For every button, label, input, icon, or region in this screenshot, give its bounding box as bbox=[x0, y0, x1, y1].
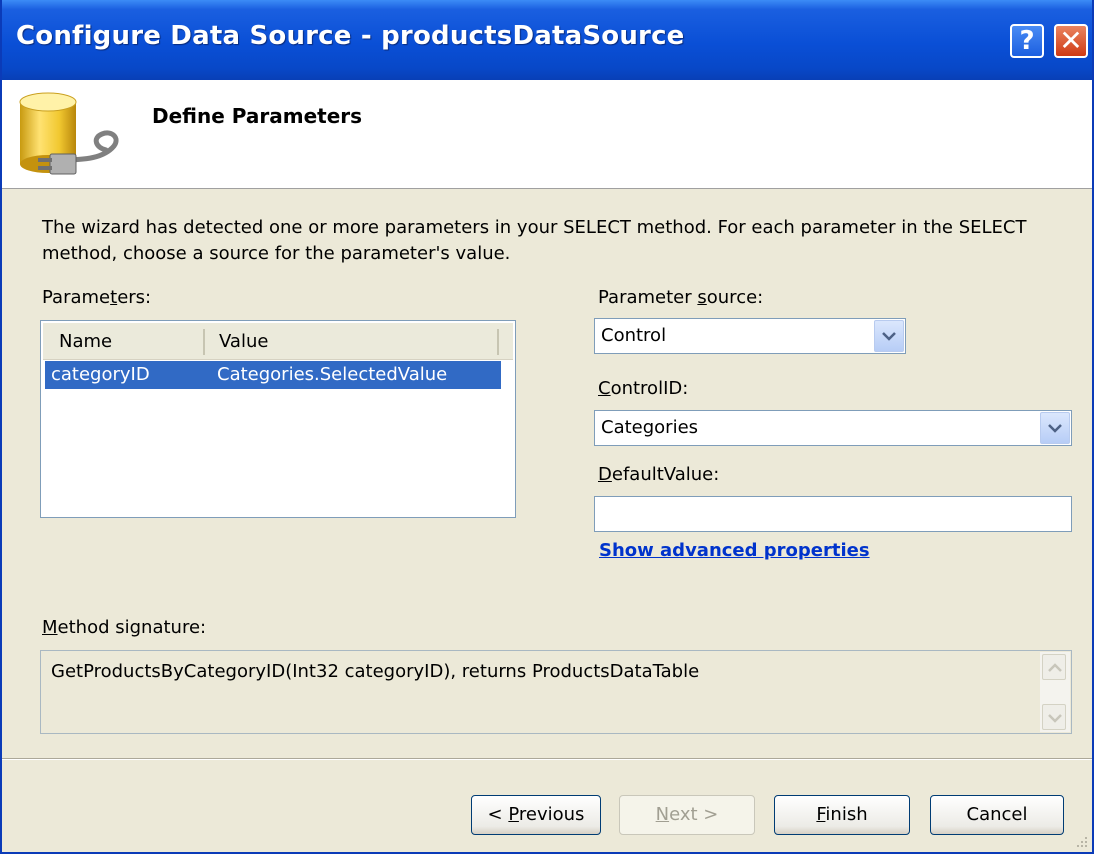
chevron-down-icon bbox=[1048, 424, 1062, 433]
cancel-button[interactable]: Cancel bbox=[930, 795, 1064, 835]
title-bar[interactable]: Configure Data Source - productsDataSour… bbox=[2, 0, 1092, 80]
column-header-value[interactable]: Value bbox=[219, 323, 268, 359]
method-signature-text: GetProductsByCategoryID(Int32 categoryID… bbox=[51, 661, 700, 682]
vertical-scrollbar[interactable] bbox=[1040, 652, 1070, 732]
method-signature-label: Method signature: bbox=[42, 617, 207, 638]
parameter-source-value: Control bbox=[601, 325, 667, 346]
wizard-header: Define Parameters bbox=[2, 80, 1092, 189]
scroll-up-button[interactable] bbox=[1042, 654, 1066, 680]
column-header-name[interactable]: Name bbox=[59, 323, 112, 359]
next-button[interactable]: Next > bbox=[619, 795, 755, 835]
dropdown-button[interactable] bbox=[1040, 412, 1070, 444]
show-advanced-properties-link[interactable]: Show advanced properties bbox=[599, 540, 870, 561]
help-button[interactable]: ? bbox=[1010, 24, 1044, 58]
control-id-select[interactable]: Categories bbox=[594, 410, 1072, 446]
column-divider[interactable] bbox=[497, 329, 499, 355]
chevron-up-icon bbox=[1048, 663, 1062, 672]
database-plug-icon bbox=[19, 92, 119, 175]
page-title: Define Parameters bbox=[152, 104, 363, 128]
control-id-value: Categories bbox=[601, 417, 699, 438]
wizard-dialog: Configure Data Source - productsDataSour… bbox=[0, 0, 1094, 854]
previous-button[interactable]: < Previous bbox=[471, 795, 601, 835]
parameter-source-label: Parameter source: bbox=[598, 287, 764, 308]
control-id-label: ControlID: bbox=[598, 378, 689, 399]
list-header: Name Value bbox=[43, 323, 513, 360]
finish-button[interactable]: Finish bbox=[774, 795, 910, 835]
window-title: Configure Data Source - productsDataSour… bbox=[16, 21, 685, 51]
list-item[interactable]: categoryID Categories.SelectedValue bbox=[45, 361, 501, 389]
dropdown-button[interactable] bbox=[874, 320, 904, 352]
chevron-down-icon bbox=[882, 332, 896, 341]
intro-text: The wizard has detected one or more para… bbox=[42, 217, 1027, 264]
parameter-name: categoryID bbox=[51, 364, 150, 385]
method-signature-box[interactable]: GetProductsByCategoryID(Int32 categoryID… bbox=[40, 650, 1072, 734]
parameter-value: Categories.SelectedValue bbox=[217, 364, 448, 385]
parameters-label: Parameters: bbox=[42, 287, 152, 308]
default-value-input[interactable] bbox=[594, 496, 1072, 532]
column-divider[interactable] bbox=[203, 329, 205, 355]
parameters-list[interactable]: Name Value categoryID Categories.Selecte… bbox=[40, 320, 516, 518]
close-button[interactable]: ✕ bbox=[1054, 24, 1088, 58]
chevron-down-icon bbox=[1048, 714, 1062, 723]
parameter-source-select[interactable]: Control bbox=[594, 318, 906, 354]
resize-grip-icon[interactable] bbox=[1074, 834, 1088, 848]
scroll-down-button[interactable] bbox=[1042, 704, 1066, 730]
footer-separator bbox=[2, 758, 1092, 760]
default-value-label: DefaultValue: bbox=[598, 464, 720, 485]
